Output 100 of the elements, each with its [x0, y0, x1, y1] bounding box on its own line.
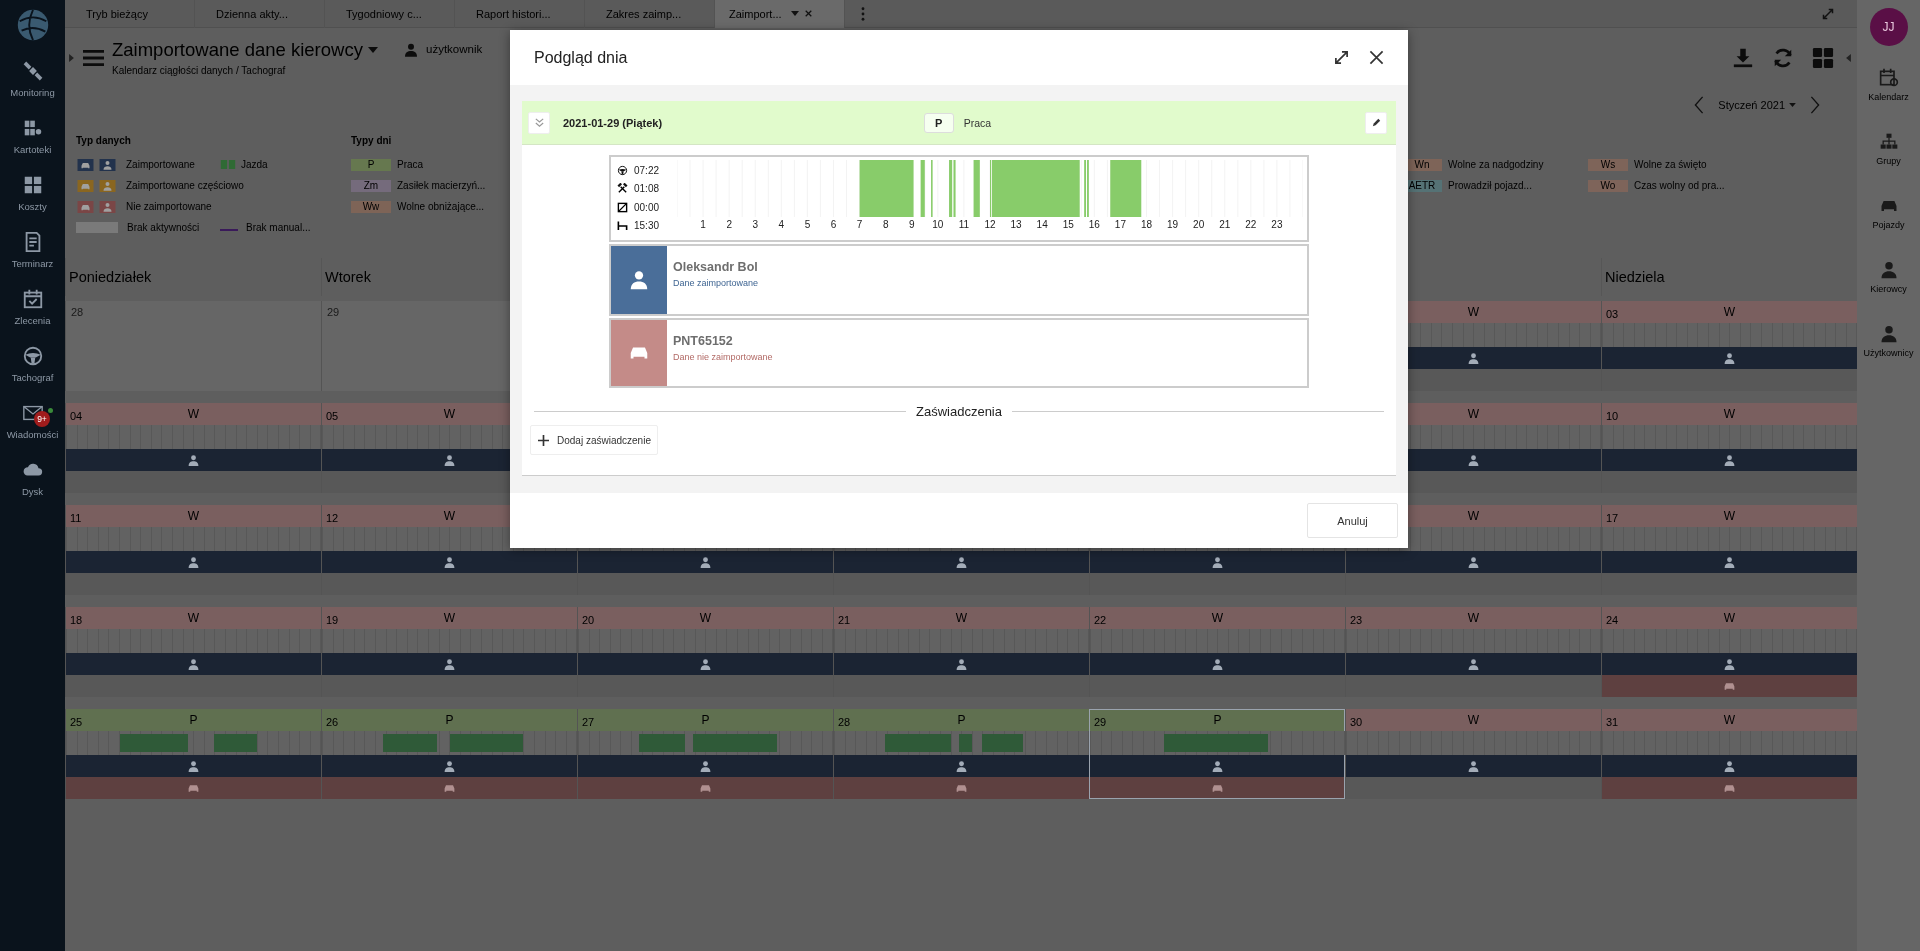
day-code: W [1467, 305, 1480, 319]
sidebar-item[interactable]: Dysk [0, 447, 65, 504]
activity-bar [885, 734, 952, 752]
dialog-title: Podgląd dnia [534, 48, 628, 67]
menu-icon[interactable] [83, 49, 104, 67]
caret-icon[interactable] [790, 11, 799, 16]
expand-icon[interactable] [1334, 50, 1349, 65]
calendar-day[interactable]: 28 [65, 301, 321, 391]
sidebar-item[interactable]: Koszty [0, 162, 65, 219]
add-certificate-button[interactable]: Dodaj zaświadczenie [530, 425, 658, 455]
sidebar-item[interactable]: Pojazdy [1857, 184, 1920, 248]
day-number: 05 [325, 410, 339, 422]
person-icon [628, 269, 650, 291]
calendar-day[interactable]: 27 P [577, 709, 833, 799]
calendar-day[interactable]: 03 W [1601, 301, 1857, 391]
sidebar-item[interactable]: Kalendarz [1857, 56, 1920, 120]
grid-icon[interactable] [1812, 47, 1834, 69]
sidebar-item[interactable]: Kierowcy [1857, 248, 1920, 312]
caret-icon [1789, 103, 1796, 107]
calendar-day[interactable]: 19 W [321, 607, 577, 697]
tab[interactable]: Tygodniowy c... [325, 0, 455, 28]
calendar-day[interactable]: 17 W [1601, 505, 1857, 595]
day-code: W [1211, 611, 1224, 625]
legend-label: Brak aktywności [127, 222, 200, 233]
day-type-tag: P [351, 158, 391, 171]
close-icon[interactable] [1369, 50, 1384, 65]
record-name: PNT65152 [673, 334, 734, 348]
calendar-icon [1878, 68, 1899, 88]
refresh-icon[interactable] [1772, 47, 1794, 69]
weekday-label: Niedziela [1605, 269, 1665, 285]
calendar-day[interactable]: 24 W [1601, 607, 1857, 697]
sidebar-item[interactable]: Tachograf [0, 333, 65, 390]
record-name: Oleksandr Bol [673, 260, 759, 274]
tab[interactable]: Tryb bieżący [65, 0, 195, 28]
day-code: W [1467, 713, 1480, 727]
hour-label: 9 [908, 219, 915, 230]
car-icon [76, 200, 95, 213]
hour-label: 16 [1088, 219, 1100, 230]
caret-icon[interactable] [1846, 54, 1851, 62]
person-icon [1723, 759, 1736, 773]
day-type-tag: Ww [351, 200, 391, 213]
sidebar-item[interactable]: Grupy [1857, 120, 1920, 184]
calendar-day[interactable]: 26 P [321, 709, 577, 799]
collapse-button[interactable] [528, 111, 550, 134]
hour-label: 13 [1010, 219, 1022, 230]
day-number: 22 [1093, 614, 1107, 626]
sidebar-item[interactable]: Wiadomości 9+ [0, 390, 65, 447]
sidebar-item[interactable]: Użytkownicy [1857, 312, 1920, 376]
caret-icon[interactable] [69, 54, 74, 62]
calendar-day[interactable]: 04 W [65, 403, 321, 493]
edit-button[interactable] [1365, 111, 1387, 134]
duration-value: 15:30 [634, 220, 660, 232]
day-number: 17 [1605, 512, 1619, 524]
calendar-day[interactable]: 25 P [65, 709, 321, 799]
calendar-day[interactable]: 18 W [65, 607, 321, 697]
calendar-day[interactable]: 31 W [1601, 709, 1857, 799]
more-icon[interactable] [861, 6, 865, 21]
status-dot [48, 408, 53, 413]
hour-label: 4 [778, 219, 785, 230]
calendar-day[interactable]: 29 P [1089, 709, 1345, 799]
tab[interactable]: Dzienna akty... [195, 0, 325, 28]
day-date: 2021-01-29 (Piątek) [563, 116, 663, 129]
hour-label: 7 [856, 219, 863, 230]
legend-label: Praca [397, 159, 424, 170]
page-title[interactable]: Zaimportowane dane kierowcy [112, 38, 392, 62]
month-selector[interactable]: Styczeń 2021 [1718, 99, 1796, 111]
hour-label: 21 [1219, 219, 1231, 230]
sidebar-item[interactable]: Zlecenia [0, 276, 65, 333]
day-number: 10 [1605, 410, 1619, 422]
tab[interactable]: Zaimport... [715, 0, 845, 28]
calendar-day[interactable]: 22 W [1089, 607, 1345, 697]
hour-label: 22 [1245, 219, 1257, 230]
sidebar-item[interactable]: Monitoring [0, 48, 65, 105]
day-code: W [443, 611, 456, 625]
day-number: 03 [1605, 308, 1619, 320]
cancel-button[interactable]: Anuluj [1307, 503, 1398, 538]
calendar-day[interactable]: 21 W [833, 607, 1089, 697]
hour-label: 5 [804, 219, 811, 230]
day-number: 23 [1349, 614, 1363, 626]
calendar-day[interactable]: 30 W [1345, 709, 1601, 799]
chevron-left-icon[interactable] [1694, 96, 1705, 114]
day-code: W [187, 509, 200, 523]
download-icon[interactable] [1732, 47, 1754, 69]
legend-label: Wolne za święto [1634, 159, 1707, 170]
calendar-day[interactable]: 20 W [577, 607, 833, 697]
sidebar-item[interactable]: Kartoteki [0, 105, 65, 162]
day-type-tag: Zm [351, 179, 391, 192]
day-code: W [1723, 611, 1736, 625]
legend-title: Typ danych [76, 135, 132, 148]
tab[interactable]: Raport histori... [455, 0, 585, 28]
calendar-day[interactable]: 23 W [1345, 607, 1601, 697]
calendar-day[interactable]: 11 W [65, 505, 321, 595]
sidebar-item[interactable]: Terminarz [0, 219, 65, 276]
activity-bar [383, 734, 437, 752]
day-code: P [957, 713, 966, 727]
calendar-day[interactable]: 28 P [833, 709, 1089, 799]
avatar[interactable]: JJ [1869, 8, 1908, 46]
calendar-day[interactable]: 10 W [1601, 403, 1857, 493]
chevron-right-icon[interactable] [1810, 96, 1820, 114]
day-number: 31 [1605, 716, 1619, 728]
